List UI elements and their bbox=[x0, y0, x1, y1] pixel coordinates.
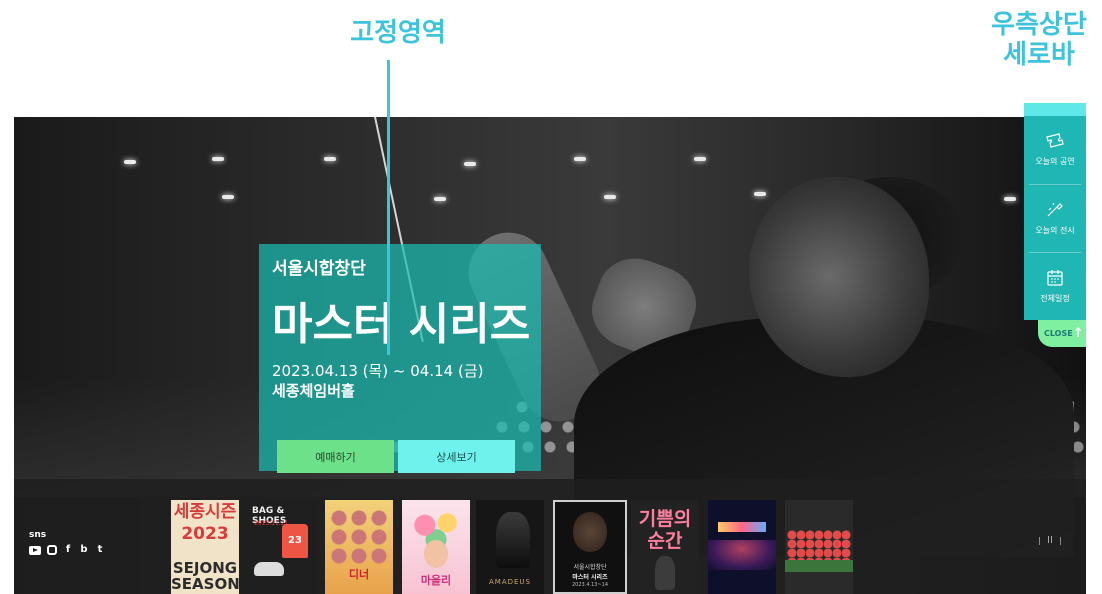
right-bar-annotation-line2: 세로바 bbox=[1003, 40, 1075, 70]
performance-venue: 세종체임버홀 bbox=[272, 382, 355, 400]
poster-master-series[interactable]: 서울시합창단 마스터 시리즈 2023.4.13~14 bbox=[553, 500, 627, 594]
shoe-image bbox=[254, 562, 284, 576]
poster-text: 서울시합창단 bbox=[573, 564, 607, 571]
poster-amadeus[interactable]: AMADEUS bbox=[476, 500, 544, 594]
hero-banner: 서울시합창단 마스터 시리즈 2023.04.13 (목) ~ 04.14 (금… bbox=[14, 117, 1086, 594]
poster-text: AMADEUS bbox=[489, 578, 531, 586]
ceiling-light bbox=[222, 195, 234, 199]
stage-image bbox=[708, 540, 776, 570]
pause-icon[interactable]: II bbox=[1047, 535, 1053, 546]
performance-date: 2023.04.13 (목) ~ 04.14 (금) bbox=[272, 362, 484, 380]
right-bar-annotation: 우측상단 세로바 bbox=[978, 10, 1100, 70]
book-button[interactable]: 예매하기 bbox=[277, 440, 394, 473]
side-item-today-exhibition[interactable]: 오늘의 전시 bbox=[1024, 185, 1086, 251]
prev-divider bbox=[1039, 536, 1040, 545]
blog-icon[interactable]: b bbox=[79, 545, 89, 555]
poster-text: 2023 bbox=[181, 524, 229, 544]
ceiling-light bbox=[694, 157, 706, 161]
figure-image bbox=[655, 556, 675, 590]
poster-dinner[interactable]: 디너 bbox=[325, 500, 393, 594]
poster-text: SEJONG bbox=[172, 559, 238, 577]
side-bar-body: 오늘의 공연 오늘의 전시 전체일정 bbox=[1024, 116, 1086, 320]
poster-text: 디너 bbox=[348, 568, 370, 581]
poster-text: 세종시즌 bbox=[173, 502, 237, 522]
ceiling-light bbox=[212, 157, 224, 161]
side-item-label: 전체일정 bbox=[1040, 293, 1070, 303]
organizer-name: 서울시합창단 bbox=[272, 259, 366, 279]
poster-bag-shoes[interactable]: BAG & SHOES 2023.11.21 23 bbox=[248, 500, 316, 594]
poster-text: 23 bbox=[282, 524, 308, 558]
poster-strip: sns f b t 세종시즌 2023 SEJONG SEASON BAG & … bbox=[14, 479, 1086, 594]
fixed-area-pointer-line bbox=[387, 60, 390, 355]
detail-button[interactable]: 상세보기 bbox=[398, 440, 515, 473]
next-divider bbox=[1059, 536, 1061, 545]
right-bar-annotation-line1: 우측상단 bbox=[991, 10, 1087, 40]
face-image bbox=[424, 540, 448, 568]
side-item-label: 오늘의 공연 bbox=[1035, 156, 1075, 166]
poster-concert-hall[interactable] bbox=[708, 500, 776, 594]
fixed-area-annotation: 고정영역 bbox=[350, 18, 446, 48]
choir-image bbox=[787, 530, 851, 560]
cast-image bbox=[329, 508, 389, 564]
sns-label: sns bbox=[29, 530, 47, 540]
side-item-full-schedule[interactable]: 전체일정 bbox=[1024, 253, 1086, 319]
figure-image bbox=[496, 512, 530, 568]
ceiling-light bbox=[604, 195, 616, 199]
facebook-icon[interactable]: f bbox=[63, 545, 73, 555]
poster-choir-stage[interactable] bbox=[785, 500, 853, 594]
stage-lights-image bbox=[718, 522, 766, 532]
performance-info-box: 서울시합창단 마스터 시리즈 2023.04.13 (목) ~ 04.14 (금… bbox=[259, 244, 541, 471]
ceiling-light bbox=[434, 197, 446, 201]
right-vertical-bar: 오늘의 공연 오늘의 전시 전체일정 CLOSE ↑ bbox=[1024, 103, 1086, 347]
calendar-icon bbox=[1045, 269, 1065, 287]
page: 고정영역 우측상단 세로바 서울시합창단 마스터 시리즈 2023.04.13 … bbox=[0, 0, 1102, 594]
ticket-icon bbox=[1045, 132, 1065, 150]
ceiling-light bbox=[754, 192, 766, 196]
slider-pager: II bbox=[1039, 535, 1061, 546]
poster-text: 기쁨의 순간 bbox=[638, 508, 692, 552]
conductor-image bbox=[573, 512, 607, 552]
close-label: CLOSE bbox=[1044, 329, 1073, 338]
poster-text: 2023.4.13~14 bbox=[572, 582, 608, 588]
poster-text: 마을리 bbox=[420, 574, 452, 587]
ceiling-light bbox=[464, 162, 476, 166]
up-arrow-icon: ↑ bbox=[1072, 326, 1084, 341]
poster-sejong-season[interactable]: 세종시즌 2023 SEJONG SEASON bbox=[171, 500, 239, 594]
brush-icon bbox=[1045, 201, 1065, 219]
poster-text: 마스터 시리즈 bbox=[572, 574, 608, 581]
side-item-today-performance[interactable]: 오늘의 공연 bbox=[1024, 116, 1086, 182]
side-bar-top-accent bbox=[1024, 103, 1086, 116]
ceiling-light bbox=[124, 160, 136, 164]
ceiling-light bbox=[574, 157, 586, 161]
instagram-icon[interactable] bbox=[47, 545, 57, 555]
poster-flowers[interactable]: 마을리 bbox=[402, 500, 470, 594]
ceiling-light bbox=[324, 157, 336, 161]
performance-title: 마스터 시리즈 bbox=[272, 299, 531, 350]
side-item-label: 오늘의 전시 bbox=[1035, 225, 1075, 235]
stage-floor bbox=[785, 560, 853, 572]
ceiling-light bbox=[1004, 197, 1016, 201]
side-bar-close-button[interactable]: CLOSE ↑ bbox=[1038, 320, 1086, 347]
twitter-icon[interactable]: t bbox=[95, 545, 105, 555]
poster-moment[interactable]: 기쁨의 순간 bbox=[631, 500, 699, 594]
poster-text: SEASON bbox=[171, 575, 239, 593]
sns-icons: f b t bbox=[29, 545, 105, 555]
youtube-icon[interactable] bbox=[29, 545, 41, 555]
